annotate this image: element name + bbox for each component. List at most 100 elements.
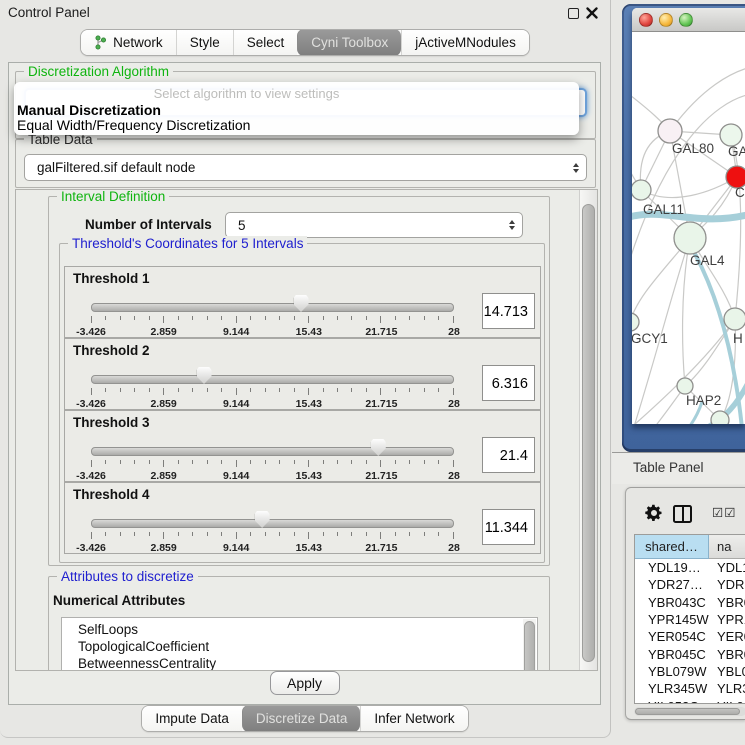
threshold-value-field[interactable]: 6.316 bbox=[482, 365, 535, 401]
minimize-traffic-light-icon[interactable] bbox=[659, 13, 673, 27]
thresholds-group: Threshold's Coordinates for 5 Intervals … bbox=[59, 243, 545, 563]
threshold-value-field[interactable]: 11.344 bbox=[482, 509, 535, 545]
table-row[interactable]: YBR045CYBR0 bbox=[635, 645, 745, 662]
float-window-icon[interactable] bbox=[568, 8, 579, 19]
threshold-value-field[interactable]: 21.4 bbox=[482, 437, 535, 473]
cell-shared-name[interactable]: YLR345W bbox=[635, 680, 709, 697]
threshold-slider[interactable]: -3.4262.8599.14415.4321.71528 bbox=[91, 367, 454, 407]
close-icon[interactable] bbox=[586, 7, 598, 19]
network-edge[interactable] bbox=[683, 238, 690, 386]
table-row[interactable]: YDR27…YDR2 bbox=[635, 576, 745, 593]
tab-label: jActiveMNodules bbox=[415, 35, 516, 50]
list-scrollbar-thumb[interactable] bbox=[524, 621, 535, 671]
node-table[interactable]: shared… na YDL19…YDL1YDR27…YDR2YBR043CYB… bbox=[634, 534, 745, 704]
group-title: Threshold's Coordinates for 5 Intervals bbox=[68, 236, 307, 251]
tab-cyni-toolbox[interactable]: Cyni Toolbox bbox=[297, 29, 401, 56]
panel-scrollbar[interactable] bbox=[579, 190, 597, 670]
split-view-icon[interactable] bbox=[673, 505, 692, 523]
scale-label: 28 bbox=[448, 326, 460, 338]
dropdown-option-manual-discretization[interactable]: Manual Discretization bbox=[17, 102, 161, 118]
threshold-value-field[interactable]: 14.713 bbox=[482, 293, 535, 329]
table-h-scrollbar-thumb[interactable] bbox=[635, 708, 740, 715]
network-edge[interactable] bbox=[670, 67, 745, 131]
dropdown-option-equal-width-frequency[interactable]: Equal Width/Frequency Discretization bbox=[17, 117, 250, 133]
network-node[interactable] bbox=[674, 222, 706, 254]
network-icon bbox=[94, 35, 107, 50]
slider-track[interactable] bbox=[91, 375, 454, 384]
cell-name[interactable]: YDR2 bbox=[709, 576, 745, 593]
cell-name[interactable]: YPR1 bbox=[709, 611, 745, 628]
slider-track[interactable] bbox=[91, 519, 454, 528]
table-row[interactable]: YLR345WYLR3 bbox=[635, 680, 745, 697]
threshold-slider[interactable]: -3.4262.8599.14415.4321.71528 bbox=[91, 295, 454, 335]
gear-icon[interactable] bbox=[645, 504, 663, 522]
node-label: GCY1 bbox=[632, 331, 668, 346]
cell-name[interactable]: YER0 bbox=[709, 628, 745, 645]
network-node[interactable] bbox=[711, 411, 729, 424]
list-item[interactable]: SelfLoops bbox=[62, 618, 537, 638]
threshold-label: Threshold 3 bbox=[73, 415, 150, 430]
network-node[interactable] bbox=[658, 119, 682, 143]
network-node[interactable] bbox=[677, 378, 693, 394]
tab-network[interactable]: Network bbox=[81, 30, 176, 55]
slider-track[interactable] bbox=[91, 447, 454, 456]
scale-label: 28 bbox=[448, 398, 460, 410]
checkbox-icons[interactable]: ☑☑ bbox=[712, 505, 736, 520]
close-traffic-light-icon[interactable] bbox=[639, 13, 653, 27]
cell-name[interactable]: YLR3 bbox=[709, 680, 745, 697]
threshold-slider[interactable]: -3.4262.8599.14415.4321.71528 bbox=[91, 511, 454, 551]
list-item[interactable]: TopologicalCoefficient bbox=[62, 638, 537, 655]
cell-name[interactable]: YBL0 bbox=[709, 663, 745, 680]
scale-label: 21.715 bbox=[365, 326, 397, 338]
cell-shared-name[interactable]: YBR045C bbox=[635, 645, 709, 662]
table-h-scrollbar[interactable] bbox=[634, 707, 745, 716]
column-header-shared-name[interactable]: shared… bbox=[635, 535, 709, 559]
cell-shared-name[interactable]: YIL052C bbox=[635, 697, 709, 704]
network-node[interactable] bbox=[720, 124, 742, 146]
cell-shared-name[interactable]: YER054C bbox=[635, 628, 709, 645]
table-row[interactable]: YER054CYER0 bbox=[635, 628, 745, 645]
cell-shared-name[interactable]: YPR145W bbox=[635, 611, 709, 628]
bottom-tab-impute-data[interactable]: Impute Data bbox=[142, 706, 242, 731]
cell-shared-name[interactable]: YBR043C bbox=[635, 594, 709, 611]
network-node[interactable] bbox=[632, 313, 639, 331]
table-data-combo[interactable]: galFiltered.sif default node bbox=[24, 154, 587, 181]
cell-name[interactable]: YDL1 bbox=[709, 559, 745, 576]
dropdown-hint: Select algorithm to view settings bbox=[54, 86, 439, 101]
tab-style[interactable]: Style bbox=[176, 30, 233, 55]
network-canvas[interactable]: GAL80GACGAL11GAL4GCY1HHAP2 bbox=[632, 32, 745, 424]
zoom-traffic-light-icon[interactable] bbox=[679, 13, 693, 27]
network-edge[interactable] bbox=[632, 386, 685, 424]
cell-shared-name[interactable]: YBL079W bbox=[635, 663, 709, 680]
bottom-tab-discretize-data[interactable]: Discretize Data bbox=[242, 705, 361, 732]
network-edge[interactable] bbox=[731, 135, 741, 319]
numerical-attributes-list[interactable]: SelfLoopsTopologicalCoefficientBetweenne… bbox=[61, 617, 538, 671]
cell-shared-name[interactable]: YDR27… bbox=[635, 576, 709, 593]
table-row[interactable]: YDL19…YDL1 bbox=[635, 559, 745, 576]
apply-button[interactable]: Apply bbox=[270, 671, 340, 695]
threshold-slider[interactable]: -3.4262.8599.14415.4321.71528 bbox=[91, 439, 454, 479]
cell-name[interactable]: YBR0 bbox=[709, 594, 745, 611]
column-header-name[interactable]: na bbox=[709, 535, 745, 559]
table-row[interactable]: YPR145WYPR1 bbox=[635, 611, 745, 628]
table-row[interactable]: YIL052CYIL0 bbox=[635, 697, 745, 704]
slider-ticks bbox=[91, 460, 454, 468]
cell-shared-name[interactable]: YDL19… bbox=[635, 559, 709, 576]
cell-name[interactable]: YIL0 bbox=[709, 697, 745, 704]
panel-scrollbar-thumb[interactable] bbox=[582, 204, 595, 662]
slider-track[interactable] bbox=[91, 303, 454, 312]
threshold-panel: Threshold 4 -3.4262.8599.14415.4321.7152… bbox=[64, 482, 541, 554]
table-row[interactable]: YBL079WYBL0 bbox=[635, 663, 745, 680]
tab-jactivemnodules[interactable]: jActiveMNodules bbox=[401, 30, 529, 55]
tab-select[interactable]: Select bbox=[233, 30, 298, 55]
bottom-tab-infer-network[interactable]: Infer Network bbox=[360, 706, 467, 731]
cell-name[interactable]: YBR0 bbox=[709, 645, 745, 662]
list-item[interactable]: BetweennessCentrality bbox=[62, 655, 537, 671]
network-node[interactable] bbox=[632, 180, 651, 200]
interval-definition-group: Interval Definition Number of Intervals … bbox=[48, 196, 550, 566]
number-of-intervals-combo[interactable]: 5 bbox=[225, 212, 523, 238]
list-scrollbar[interactable] bbox=[523, 619, 536, 671]
table-row[interactable]: YBR043CYBR0 bbox=[635, 594, 745, 611]
network-node[interactable] bbox=[724, 308, 745, 330]
desktop: Control Panel NetworkStyleSelectCyni Too… bbox=[0, 0, 745, 745]
